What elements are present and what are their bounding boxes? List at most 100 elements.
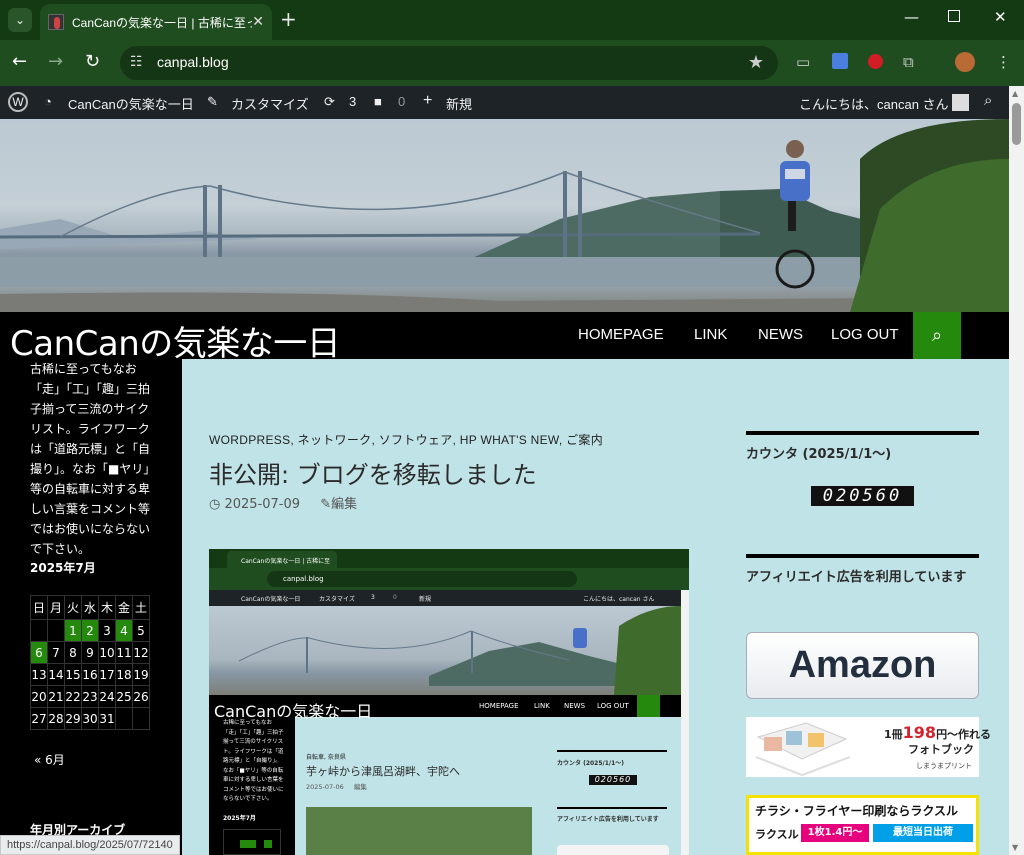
scroll-up-icon[interactable]: ▲ (1012, 89, 1018, 98)
extensions-puzzle-icon[interactable]: ⧉ (903, 53, 914, 71)
weekday: 金 (115, 595, 133, 620)
inner-nav-news: NEWS (564, 702, 586, 710)
calendar-day: 19 (132, 663, 150, 686)
header-image[interactable] (0, 119, 1009, 312)
nav-logout[interactable]: LOG OUT (831, 326, 899, 343)
plus-icon: + (423, 92, 433, 109)
inner-post-date: 2025-07-06 (306, 783, 344, 791)
browser-tab[interactable]: CanCanの気楽な一日 | 古稀に至っても ✕ (40, 4, 272, 40)
inner-post-edit: 編集 (353, 783, 367, 791)
calendar-day: 11 (115, 641, 133, 664)
maximize-icon[interactable] (948, 10, 960, 22)
new-tab-button[interactable]: + (280, 8, 297, 30)
inner-toolbar: canpal.blog (209, 568, 689, 590)
brush-icon: ✎ (207, 94, 218, 109)
calendar-day: 15 (64, 663, 82, 686)
calendar-day: 23 (81, 685, 99, 708)
left-sidebar: 古稀に至ってもなお「走」「工」「趣」三拍子揃って三流のサイクリスト。ライフワーク… (0, 359, 182, 855)
scroll-down-icon[interactable]: ▼ (1012, 843, 1018, 852)
more-menu-icon[interactable]: ⋮ (996, 53, 1011, 71)
site-title[interactable]: CanCanの気楽な一日 (10, 316, 341, 365)
calendar-day-link[interactable]: 6 (30, 641, 48, 664)
calendar-day-link[interactable]: 4 (115, 619, 133, 642)
wp-admin-bar: W ◔ CanCanの気楽な一日 ✎ カスタマイズ ⟳ 3 ■ 0 + 新規 こ… (0, 86, 1009, 119)
admin-greeting[interactable]: こんにちは、cancan さん (799, 94, 949, 113)
amazon-banner[interactable]: Amazon (746, 632, 979, 699)
post-title[interactable]: 非公開: ブログを移転しました (209, 455, 537, 490)
post-edit-link[interactable]: 編集 (331, 497, 357, 512)
tab-search-button[interactable]: ⌄ (8, 8, 32, 32)
address-url[interactable]: canpal.blog (157, 54, 229, 70)
site-header: CanCanの気楽な一日 HOMEPAGE LINK NEWS LOG OUT … (0, 312, 1009, 364)
admin-customize[interactable]: カスタマイズ (231, 94, 309, 113)
calendar-day: 12 (132, 641, 150, 664)
inner-tab-title: CanCanの気楽な一日 | 古稀に至 (227, 551, 337, 568)
window-close-icon[interactable]: ✕ (994, 8, 1007, 26)
reload-icon[interactable]: ↻ (85, 51, 100, 73)
forward-arrow-icon[interactable]: → (48, 51, 63, 73)
nav-news[interactable]: NEWS (758, 326, 803, 343)
raksul-price-badge: 1枚1.4円〜 (801, 824, 869, 842)
site-favicon-icon (48, 14, 64, 30)
profile-avatar-icon[interactable] (955, 52, 975, 72)
user-avatar[interactable] (952, 94, 969, 111)
bookmark-star-icon[interactable]: ★ (748, 52, 764, 73)
widget-divider (746, 554, 979, 558)
calendar-day-link[interactable]: 1 (64, 619, 82, 642)
site-search-button[interactable]: ⌕ (913, 312, 961, 359)
raksul-ad-banner[interactable]: チラシ・フライヤー印刷ならラクスル ラクスル 1枚1.4円〜 最短当日出荷 (746, 795, 979, 855)
translate-icon[interactable] (832, 53, 848, 69)
address-bar[interactable]: ☷ canpal.blog ★ (120, 46, 778, 80)
bridge-cyclist-photo (0, 119, 1009, 312)
browser-toolbar: ← → ↻ ☷ canpal.blog ★ ▭ ⧉ ⋮ (0, 40, 1024, 86)
clock-icon: ◷ (209, 497, 221, 512)
back-arrow-icon[interactable]: ← (12, 51, 27, 73)
inner-widget-affiliate-title: アフィリエイト広告を利用しています (557, 816, 659, 823)
calendar-day-link[interactable]: 2 (81, 619, 99, 642)
admin-updates-count[interactable]: 3 (349, 94, 356, 109)
calendar-day: 9 (81, 641, 99, 664)
admin-site-name[interactable]: CanCanの気楽な一日 (68, 94, 194, 113)
admin-search-icon[interactable]: ⌕ (984, 92, 992, 109)
calendar-day: 16 (81, 663, 99, 686)
calendar-day: 20 (30, 685, 48, 708)
inner-admin-customize: カスタマイズ (319, 596, 355, 603)
inner-tab-bar: CanCanの気楽な一日 | 古稀に至 (209, 549, 689, 568)
calendar-weekdays: 日 月 火 水 木 金 土 (30, 595, 150, 620)
nav-homepage[interactable]: HOMEPAGE (578, 326, 664, 343)
search-icon: ⌕ (931, 325, 943, 346)
close-tab-icon[interactable]: ✕ (252, 14, 264, 30)
post-screenshot-image[interactable]: CanCanの気楽な一日 | 古稀に至 canpal.blog CanCanの気… (209, 549, 689, 855)
calendar-week: 1 2 3 4 5 (30, 619, 150, 642)
calendar-day: 28 (47, 707, 65, 730)
extension-red-icon[interactable] (868, 54, 883, 69)
minimize-icon[interactable]: — (904, 8, 919, 26)
post-date[interactable]: 2025-07-09 (224, 497, 300, 512)
nav-link[interactable]: LINK (694, 326, 727, 343)
inner-admin-site: CanCanの気楽な一日 (241, 596, 301, 603)
tab-title: CanCanの気楽な一日 | 古稀に至っても (72, 15, 252, 30)
screen-capture-icon[interactable]: ▭ (796, 53, 810, 71)
calendar-day: 29 (64, 707, 82, 730)
inner-sidebar: 古稀に至ってもなお「走」「工」「趣」三拍子揃って三流のサイクリスト。ライフワーク… (209, 717, 295, 855)
inner-widget-bar (557, 750, 667, 752)
admin-new[interactable]: 新規 (446, 94, 472, 113)
inner-admin-updates: 3 (371, 594, 375, 601)
admin-comments-count[interactable]: 0 (398, 94, 405, 109)
scrollbar-thumb[interactable] (1012, 103, 1021, 145)
main-content: WORDPRESS, ネットワーク, ソフトウェア, HP WHAT'S NEW… (182, 359, 1009, 855)
calendar-week: 13 14 15 16 17 18 19 (30, 663, 150, 686)
photobook-ad-banner[interactable]: 1冊198円〜作れる フォトブック しまうまプリント (746, 717, 991, 777)
weekday: 月 (47, 595, 65, 620)
wordpress-logo-icon[interactable]: W (8, 92, 28, 112)
inner-calendar (223, 829, 281, 855)
weekday: 火 (64, 595, 82, 620)
calendar-prev-month[interactable]: « 6月 (34, 751, 65, 768)
calendar-day: 24 (98, 685, 116, 708)
site-info-icon[interactable]: ☷ (130, 54, 143, 70)
calendar-day: 27 (30, 707, 48, 730)
weekday: 水 (81, 595, 99, 620)
calendar-week: 20 21 22 23 24 25 26 (30, 685, 150, 708)
page-scrollbar[interactable]: ▲ ▼ (1009, 86, 1024, 855)
post-categories[interactable]: WORDPRESS, ネットワーク, ソフトウェア, HP WHAT'S NEW… (209, 431, 603, 448)
